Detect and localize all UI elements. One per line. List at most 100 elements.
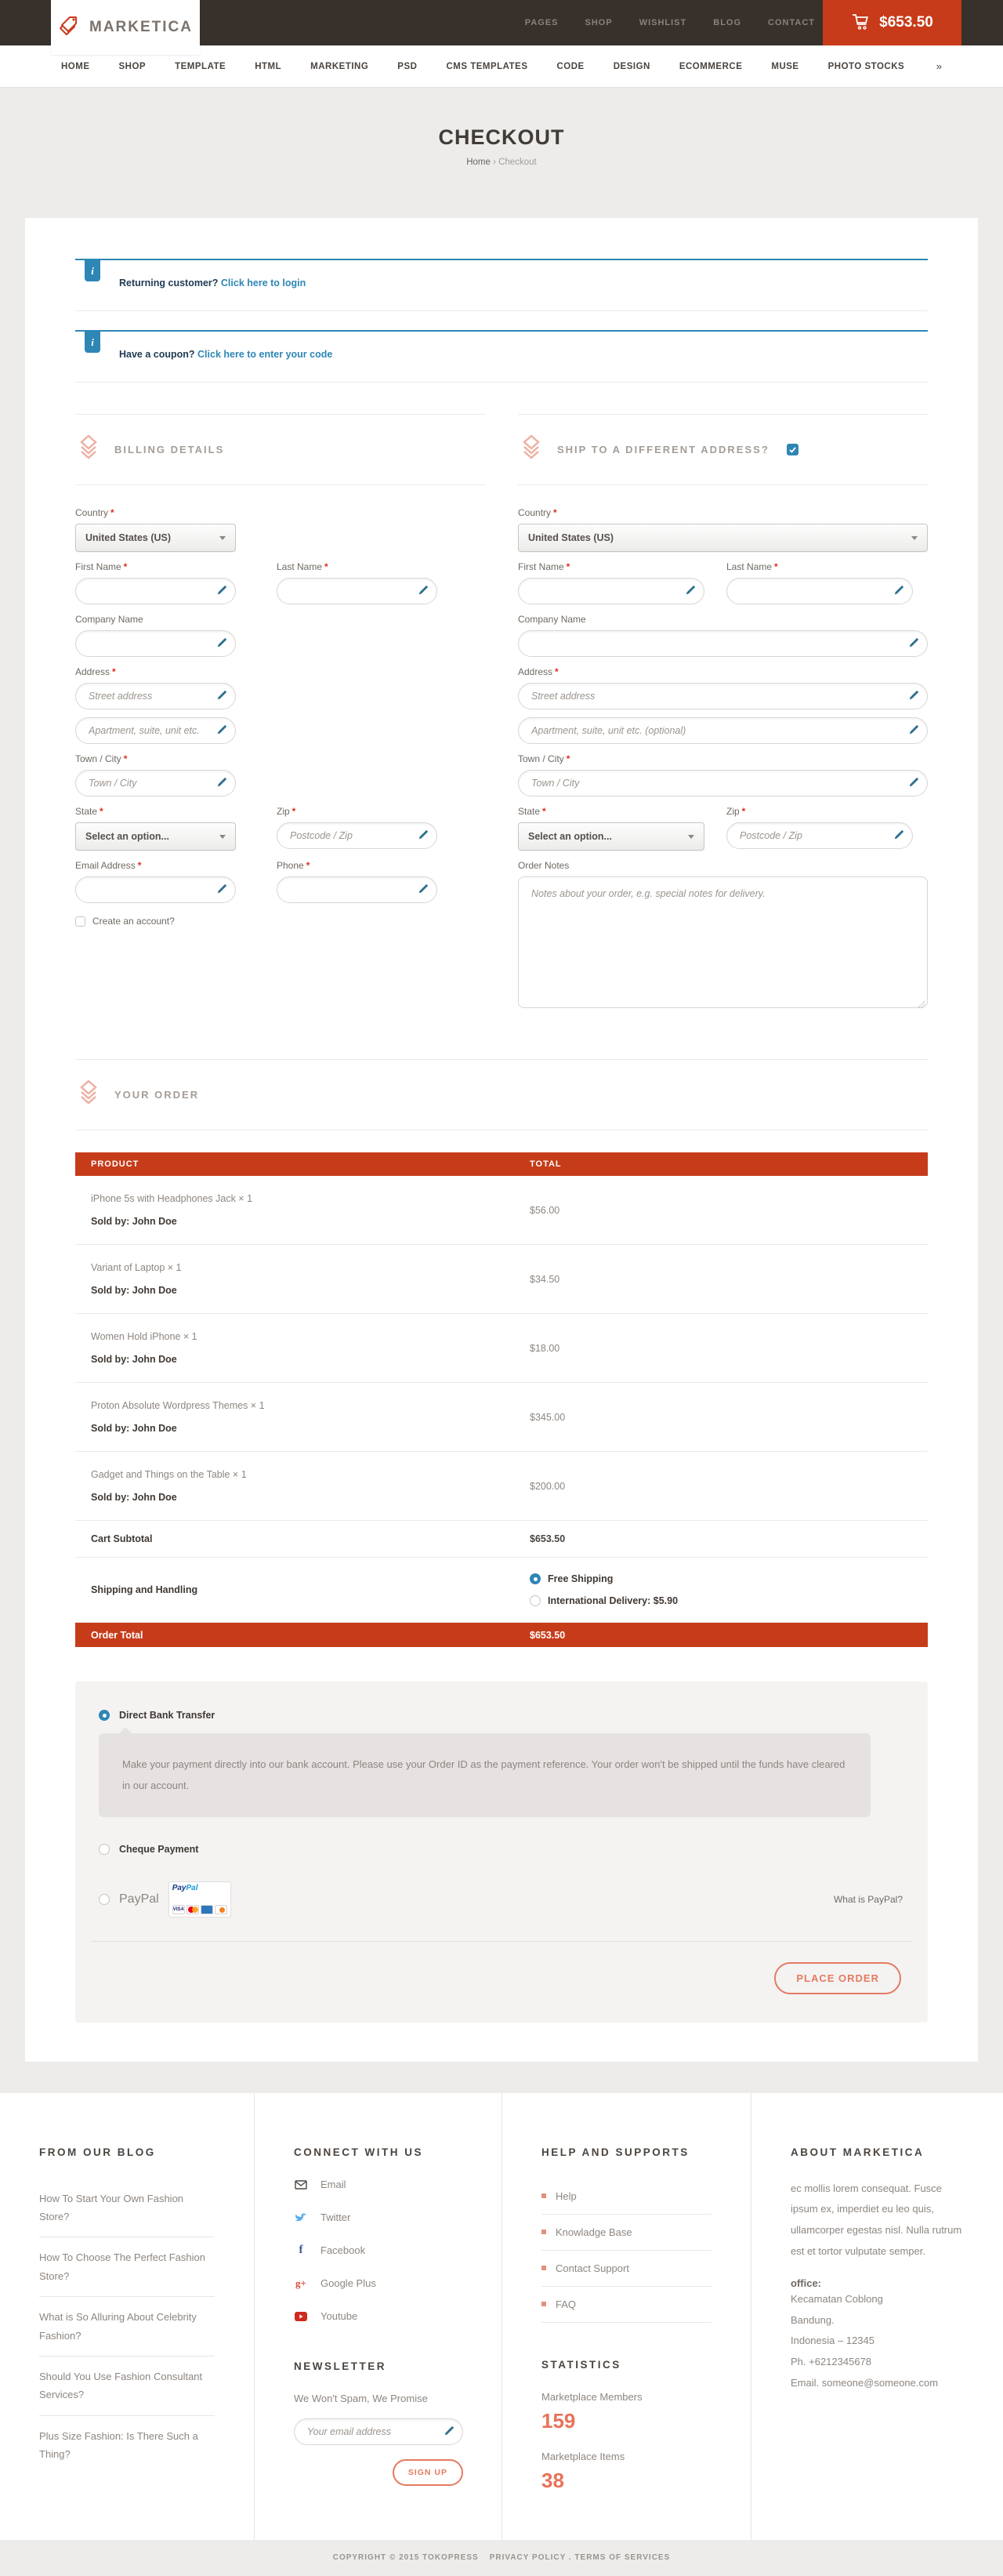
- order-notes-input[interactable]: [518, 876, 928, 1008]
- blog-link[interactable]: Should You Use Fashion Consultant Servic…: [39, 2367, 215, 2404]
- paypal-option[interactable]: PayPal PayPal VISA What is PayPal?: [91, 1881, 912, 1917]
- shipping-town-input[interactable]: [518, 770, 928, 796]
- facebook-link[interactable]: Facebook: [320, 2244, 365, 2256]
- twitter-link[interactable]: Twitter: [320, 2211, 350, 2223]
- shipping-country-select[interactable]: United States (US): [518, 524, 928, 552]
- breadcrumb: Home › Checkout: [0, 158, 1003, 167]
- payment-methods: Direct Bank Transfer Make your payment d…: [75, 1682, 928, 2023]
- nav-home[interactable]: HOME: [61, 62, 90, 71]
- pen-icon: [894, 585, 904, 599]
- product-total: $345.00: [530, 1412, 928, 1423]
- nav-template[interactable]: TEMPLATE: [175, 62, 226, 71]
- knowledge-base-link[interactable]: Knowladge Base: [556, 2226, 632, 2238]
- billing-country-select[interactable]: United States (US): [75, 524, 236, 552]
- blog-link[interactable]: How To Choose The Perfect Fashion Store?: [39, 2248, 215, 2285]
- shipping-company-input[interactable]: [518, 630, 928, 657]
- radio-selected-icon[interactable]: [530, 1573, 541, 1584]
- list-item: How To Choose The Perfect Fashion Store?: [39, 2237, 215, 2297]
- nav-code[interactable]: CODE: [557, 62, 585, 71]
- nav-cms-templates[interactable]: CMS TEMPLATES: [446, 62, 527, 71]
- office-line: Kecamatan Coblong: [791, 2289, 964, 2310]
- breadcrumb-home[interactable]: Home: [466, 158, 491, 167]
- shipping-street-input[interactable]: [518, 683, 928, 709]
- free-shipping-option[interactable]: Free Shipping: [530, 1573, 928, 1584]
- coupon-link[interactable]: Click here to enter your code: [197, 349, 332, 360]
- email-link[interactable]: Email: [320, 2179, 346, 2190]
- list-item: Twitter: [294, 2211, 462, 2224]
- login-link[interactable]: Click here to login: [221, 278, 306, 288]
- radio-icon[interactable]: [99, 1844, 110, 1855]
- shipping-handling-row: Shipping and Handling Free Shipping Inte…: [75, 1558, 928, 1623]
- nav-psd[interactable]: PSD: [397, 62, 417, 71]
- radio-icon[interactable]: [99, 1894, 110, 1905]
- google-plus-link[interactable]: Google Plus: [320, 2277, 376, 2289]
- nav-marketing[interactable]: MARKETING: [310, 62, 368, 71]
- product-seller: Sold by: John Doe: [91, 1216, 530, 1227]
- billing-last-name-field: Last Name*: [277, 561, 437, 604]
- billing-apartment-input[interactable]: [75, 717, 236, 744]
- nav-photo-stocks[interactable]: PHOTO STOCKS: [828, 62, 905, 71]
- facebook-icon: f: [294, 2244, 308, 2257]
- top-nav-contact[interactable]: CONTACT: [768, 18, 815, 27]
- list-item: Contact Support: [541, 2251, 712, 2287]
- help-link[interactable]: Help: [556, 2190, 577, 2202]
- order-row: Proton Absolute Wordpress Themes × 1 Sol…: [75, 1383, 928, 1452]
- nav-more-icon[interactable]: »: [936, 60, 942, 72]
- billing-zip-input[interactable]: [277, 822, 437, 849]
- blog-link[interactable]: Plus Size Fashion: Is There Such a Thing…: [39, 2427, 215, 2464]
- billing-email-input[interactable]: [75, 876, 236, 903]
- international-delivery-option[interactable]: International Delivery: $5.90: [530, 1595, 928, 1606]
- billing-company-input[interactable]: [75, 630, 236, 657]
- place-order-button[interactable]: PLACE ORDER: [774, 1962, 901, 1994]
- coupon-notice: i Have a coupon? Click here to enter you…: [75, 330, 928, 383]
- radio-icon[interactable]: [530, 1595, 541, 1606]
- nav-ecommerce[interactable]: ECOMMERCE: [679, 62, 743, 71]
- logo[interactable]: MARKETICA: [51, 0, 200, 55]
- contact-support-link[interactable]: Contact Support: [556, 2262, 629, 2274]
- radio-selected-icon[interactable]: [99, 1710, 110, 1721]
- pen-icon: [909, 777, 919, 791]
- order-row: Gadget and Things on the Table × 1 Sold …: [75, 1452, 928, 1521]
- top-nav-blog[interactable]: BLOG: [713, 18, 741, 27]
- top-nav-pages[interactable]: PAGES: [525, 18, 559, 27]
- billing-town-field: Town / City*: [75, 753, 236, 796]
- product-seller: Sold by: John Doe: [91, 1354, 530, 1365]
- ship-different-checkbox[interactable]: [787, 444, 798, 455]
- nav-shop[interactable]: SHOP: [119, 62, 147, 71]
- youtube-link[interactable]: Youtube: [320, 2310, 357, 2322]
- shipping-apartment-input[interactable]: [518, 717, 928, 744]
- what-is-paypal-link[interactable]: What is PayPal?: [834, 1894, 912, 1905]
- resize-handle-icon[interactable]: [918, 1000, 925, 1008]
- billing-first-name-input[interactable]: [75, 578, 236, 604]
- shipping-first-name-input[interactable]: [518, 578, 704, 604]
- nav-design[interactable]: DESIGN: [614, 62, 650, 71]
- bank-transfer-option[interactable]: Direct Bank Transfer: [91, 1710, 912, 1721]
- billing-street-input[interactable]: [75, 683, 236, 709]
- billing-town-input[interactable]: [75, 770, 236, 796]
- shipping-state-select[interactable]: Select an option...: [518, 822, 704, 851]
- billing-state-select[interactable]: Select an option...: [75, 822, 236, 851]
- stat-label: Marketplace Items: [541, 2451, 712, 2462]
- top-nav-shop[interactable]: SHOP: [585, 18, 613, 27]
- square-bullet-icon: [541, 2193, 546, 2198]
- billing-last-name-input[interactable]: [277, 578, 437, 604]
- newsletter-email-input[interactable]: [294, 2418, 463, 2445]
- footer-blog-column: FROM OUR BLOG How To Start Your Own Fash…: [0, 2093, 254, 2540]
- blog-link[interactable]: What is So Alluring About Celebrity Fash…: [39, 2308, 215, 2345]
- top-nav-wishlist[interactable]: WISHLIST: [639, 18, 687, 27]
- billing-phone-input[interactable]: [277, 876, 437, 903]
- shipping-last-name-input[interactable]: [726, 578, 913, 604]
- create-account-checkbox[interactable]: [75, 916, 85, 927]
- nav-muse[interactable]: MUSE: [771, 62, 798, 71]
- faq-link[interactable]: FAQ: [556, 2298, 576, 2310]
- twitter-icon: [294, 2211, 308, 2224]
- shipping-zip-input[interactable]: [726, 822, 913, 849]
- blog-link[interactable]: How To Start Your Own Fashion Store?: [39, 2190, 215, 2226]
- signup-button[interactable]: SIGN UP: [393, 2459, 463, 2486]
- legal-links[interactable]: PRIVACY POLICY . TERMS OF SERVICES: [490, 2553, 671, 2562]
- pen-icon: [418, 883, 429, 898]
- cheque-payment-option[interactable]: Cheque Payment: [91, 1844, 912, 1855]
- subtotal-label: Cart Subtotal: [75, 1533, 530, 1544]
- nav-html[interactable]: HTML: [255, 62, 281, 71]
- cart-button[interactable]: $653.50: [823, 0, 961, 45]
